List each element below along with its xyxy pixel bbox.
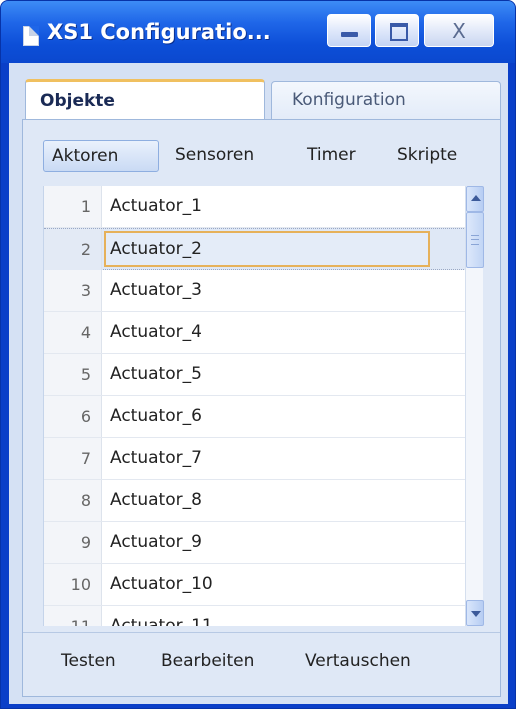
row-name: Actuator_5 bbox=[110, 364, 202, 384]
app-window: XS1 Configuratio... X Objekte Konfigurat… bbox=[0, 0, 516, 709]
subtab-skripte[interactable]: Skripte bbox=[397, 140, 457, 172]
actuator-list: 1 Actuator_1 2 Actuator_2 3 Actuator_3 4… bbox=[43, 186, 466, 626]
row-number: 4 bbox=[44, 312, 102, 353]
tab-konfiguration[interactable]: Konfiguration bbox=[271, 81, 501, 121]
table-row[interactable]: 1 Actuator_1 bbox=[44, 186, 466, 228]
table-row[interactable]: 9 Actuator_9 bbox=[44, 522, 466, 564]
subtab-sensoren[interactable]: Sensoren bbox=[175, 140, 254, 172]
window-client-area: Objekte Konfiguration Aktoren Sensoren T… bbox=[9, 63, 508, 704]
grip-icon bbox=[471, 235, 479, 245]
row-number: 9 bbox=[44, 522, 102, 563]
swap-button[interactable]: Vertauschen bbox=[305, 651, 411, 671]
table-row[interactable]: 10 Actuator_10 bbox=[44, 564, 466, 606]
table-row[interactable]: 3 Actuator_3 bbox=[44, 270, 466, 312]
table-row[interactable]: 11 Actuator_11 bbox=[44, 606, 466, 626]
subtab-timer[interactable]: Timer bbox=[307, 140, 356, 172]
scroll-up-button[interactable] bbox=[466, 186, 484, 212]
main-tabs: Objekte Konfiguration bbox=[17, 75, 501, 123]
document-icon bbox=[23, 26, 39, 46]
table-row-selected[interactable]: 2 Actuator_2 bbox=[44, 228, 466, 270]
row-name: Actuator_4 bbox=[110, 322, 202, 342]
row-number: 7 bbox=[44, 438, 102, 479]
row-name: Actuator_7 bbox=[110, 448, 202, 468]
close-button[interactable]: X bbox=[424, 14, 494, 47]
minimize-button[interactable] bbox=[327, 14, 371, 47]
title-bar[interactable]: XS1 Configuratio... X bbox=[1, 1, 515, 63]
test-button[interactable]: Testen bbox=[61, 651, 116, 671]
minimize-icon bbox=[341, 32, 358, 37]
close-icon: X bbox=[452, 19, 466, 43]
row-name: Actuator_6 bbox=[110, 406, 202, 426]
tab-label: Objekte bbox=[40, 91, 115, 111]
object-type-tabs: Aktoren Sensoren Timer Skripte bbox=[23, 120, 500, 182]
scroll-down-button[interactable] bbox=[466, 600, 484, 626]
list-scrollbar[interactable] bbox=[465, 186, 484, 626]
row-name: Actuator_3 bbox=[110, 280, 202, 300]
subtab-aktoren[interactable]: Aktoren bbox=[43, 140, 159, 172]
row-name: Actuator_9 bbox=[110, 532, 202, 552]
row-name: Actuator_8 bbox=[110, 490, 202, 510]
row-number: 6 bbox=[44, 396, 102, 437]
scroll-thumb[interactable] bbox=[466, 212, 484, 268]
window-title: XS1 Configuratio... bbox=[47, 20, 271, 44]
table-row[interactable]: 4 Actuator_4 bbox=[44, 312, 466, 354]
row-number: 10 bbox=[44, 564, 102, 605]
row-number: 3 bbox=[44, 270, 102, 311]
row-number: 2 bbox=[44, 229, 102, 270]
maximize-icon bbox=[390, 23, 408, 41]
maximize-button[interactable] bbox=[375, 14, 419, 47]
row-number: 11 bbox=[44, 606, 102, 626]
table-row[interactable]: 8 Actuator_8 bbox=[44, 480, 466, 522]
row-name: Actuator_2 bbox=[110, 239, 202, 259]
table-row[interactable]: 7 Actuator_7 bbox=[44, 438, 466, 480]
objects-panel: Aktoren Sensoren Timer Skripte 1 Actuato… bbox=[22, 119, 501, 697]
table-row[interactable]: 6 Actuator_6 bbox=[44, 396, 466, 438]
row-number: 5 bbox=[44, 354, 102, 395]
row-name: Actuator_11 bbox=[110, 616, 213, 626]
chevron-up-icon bbox=[471, 195, 481, 201]
row-name: Actuator_1 bbox=[110, 196, 202, 216]
row-number: 1 bbox=[44, 186, 102, 227]
action-bar: Testen Bearbeiten Vertauschen bbox=[23, 632, 500, 697]
tab-objekte[interactable]: Objekte bbox=[25, 79, 265, 123]
table-row[interactable]: 5 Actuator_5 bbox=[44, 354, 466, 396]
edit-button[interactable]: Bearbeiten bbox=[161, 651, 254, 671]
tab-label: Konfiguration bbox=[292, 90, 406, 110]
row-name: Actuator_10 bbox=[110, 574, 213, 594]
chevron-down-icon bbox=[471, 611, 481, 617]
row-number: 8 bbox=[44, 480, 102, 521]
